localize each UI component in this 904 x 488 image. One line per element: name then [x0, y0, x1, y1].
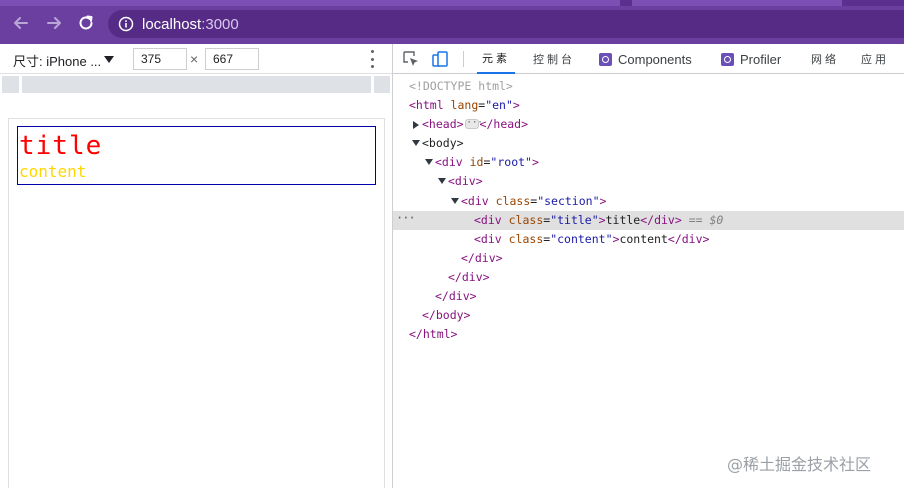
chevron-down-icon[interactable] — [104, 56, 114, 63]
reload-icon — [79, 15, 93, 30]
head-tag: <head></head> — [422, 114, 528, 134]
more-actions-icon[interactable]: ··· — [396, 209, 416, 228]
arrow-left-icon — [14, 17, 28, 29]
dom-tree: <!DOCTYPE html> <html lang="en"> <head><… — [393, 77, 904, 344]
tab-profiler-label: Profiler — [740, 51, 782, 67]
expand-triangle-icon[interactable] — [413, 121, 419, 130]
root-div-tag: <div id="root"> — [435, 155, 539, 170]
inspect-element-icon[interactable] — [402, 50, 420, 68]
reload-button[interactable] — [75, 12, 97, 34]
dom-node-div[interactable]: <div> — [393, 172, 904, 191]
tab-components-label: Components — [618, 51, 692, 67]
dom-node-content[interactable]: <div class="content">content</div> — [393, 230, 904, 249]
tab-network[interactable]: 网络 — [811, 44, 839, 74]
forward-button[interactable] — [43, 12, 65, 34]
url-host: localhost — [142, 16, 202, 33]
arrow-right-icon — [47, 17, 61, 29]
watermark: @稀土掘金技术社区 — [727, 455, 872, 474]
dom-close-html[interactable]: </html> — [393, 325, 904, 344]
address-bar[interactable]: localhost:3000 — [108, 10, 904, 38]
times-sign: × — [190, 51, 199, 67]
html-close-tag: </html> — [409, 327, 458, 342]
div-close-tag: </div> — [448, 269, 490, 284]
dom-node-section[interactable]: <div class="section"> — [393, 192, 904, 211]
more-options-icon[interactable] — [366, 50, 378, 68]
media-query-bar[interactable] — [22, 76, 371, 93]
div-tag: <div> — [448, 174, 483, 189]
device-toolbar: 尺寸: iPhone ... 375 × 667 — [0, 44, 393, 74]
toolbar-separator — [463, 51, 464, 67]
content-div-tag: <div class="content">content</div> — [474, 231, 710, 246]
active-tab-edge[interactable] — [0, 0, 620, 6]
collapse-triangle-icon[interactable] — [451, 197, 459, 204]
dom-close-root[interactable]: </div> — [393, 287, 904, 306]
devtools-tab-bar: 元素 控制台 Components Profiler 网络 应用 — [393, 44, 904, 74]
dom-close-div[interactable]: </div> — [393, 268, 904, 287]
info-icon[interactable] — [118, 16, 134, 32]
title-div-tag: <div class="title">title</div> == $0 — [474, 212, 724, 227]
emulated-viewport[interactable]: title content — [8, 118, 385, 488]
collapse-triangle-icon[interactable] — [425, 159, 433, 166]
media-query-bar-segment[interactable] — [2, 76, 19, 93]
dom-close-body[interactable]: </body> — [393, 306, 904, 325]
media-query-bar-segment[interactable] — [374, 76, 390, 93]
collapse-triangle-icon[interactable] — [438, 178, 446, 185]
tab-application[interactable]: 应用 — [861, 44, 889, 74]
page-title: title — [19, 131, 103, 161]
dom-node-html[interactable]: <html lang="en"> — [393, 96, 904, 115]
back-button[interactable] — [10, 12, 32, 34]
url-text[interactable]: localhost:3000 — [142, 16, 239, 33]
collapse-triangle-icon[interactable] — [412, 140, 420, 147]
device-emulation-pane: 尺寸: iPhone ... 375 × 667 title content — [0, 44, 393, 488]
tab-components[interactable]: Components — [599, 44, 692, 74]
page-content: content — [19, 162, 87, 181]
react-icon — [721, 52, 734, 66]
react-icon — [599, 52, 612, 66]
tab-console[interactable]: 控制台 — [533, 44, 575, 74]
dom-node-root[interactable]: <div id="root"> — [393, 153, 904, 172]
dom-node-head[interactable]: <head></head> — [393, 114, 904, 134]
section-div-tag: <div class="section"> — [461, 193, 607, 208]
html-tag: <html lang="en"> — [409, 98, 520, 113]
doctype-text: <!DOCTYPE html> — [409, 79, 513, 93]
width-input[interactable]: 375 — [133, 48, 187, 70]
tab-elements[interactable]: 元素 — [477, 44, 515, 74]
div-close-tag: </div> — [435, 289, 477, 304]
div-close-tag: </div> — [461, 250, 503, 265]
body-tag: <body> — [422, 136, 464, 151]
dom-node-title-selected[interactable]: ··· <div class="title">title</div> == $0 — [393, 209, 904, 230]
body-close-tag: </body> — [422, 308, 471, 323]
dom-close-section[interactable]: </div> — [393, 249, 904, 268]
tab-profiler[interactable]: Profiler — [721, 44, 781, 74]
collapsed-ellipsis-icon[interactable] — [464, 114, 483, 133]
section-element: title content — [17, 126, 376, 185]
tab-edge[interactable] — [632, 0, 842, 6]
dom-node-doctype[interactable]: <!DOCTYPE html> — [393, 77, 904, 96]
height-input[interactable]: 667 — [205, 48, 259, 70]
device-select[interactable]: 尺寸: iPhone ... — [13, 51, 101, 70]
url-port: :3000 — [201, 16, 239, 33]
device-toggle-icon[interactable] — [431, 50, 449, 68]
browser-toolbar: localhost:3000 — [0, 0, 904, 44]
devtools-panel: 元素 控制台 Components Profiler 网络 应用 <!DOCTY… — [393, 44, 904, 488]
dom-node-body[interactable]: <body> — [393, 134, 904, 153]
